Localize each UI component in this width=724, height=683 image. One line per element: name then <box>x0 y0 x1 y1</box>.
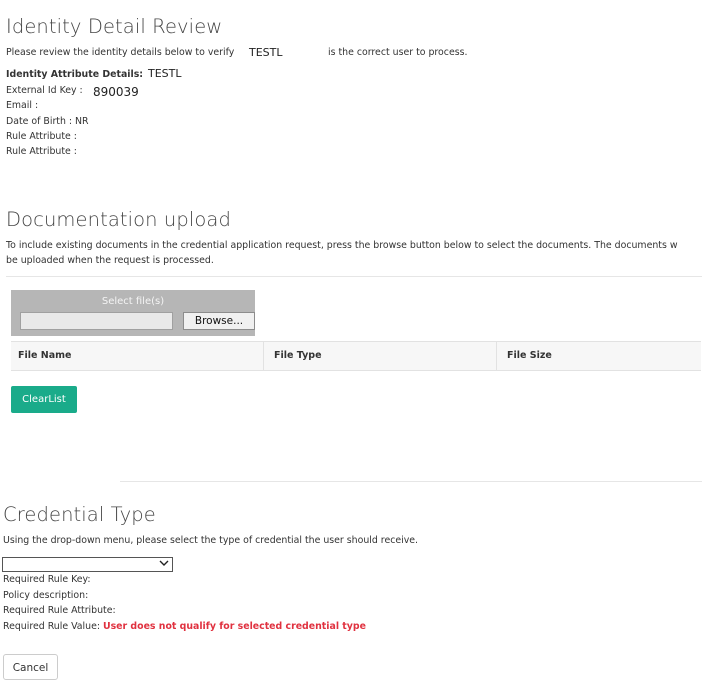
required-rule-value-label: Required Rule Value: <box>3 621 103 632</box>
identity-intro-prefix: Please review the identity details below… <box>6 47 235 58</box>
identity-details-label: Identity Attribute Details: <box>6 69 144 80</box>
section-divider <box>120 481 702 482</box>
qualification-error: User does not qualify for selected crede… <box>102 621 366 632</box>
external-id-label: External Id Key : <box>6 85 83 96</box>
identity-details-value: TESTL <box>148 67 182 80</box>
column-file-name: File Name <box>18 350 72 361</box>
required-rule-key: Required Rule Key: <box>3 574 91 585</box>
cancel-button[interactable]: Cancel <box>3 654 58 680</box>
policy-description: Policy description: <box>3 590 89 601</box>
credential-description: Using the drop-down menu, please select … <box>3 535 419 546</box>
identity-intro-suffix: is the correct user to process. <box>328 47 468 58</box>
file-dropzone[interactable]: Select file(s) Browse... <box>11 290 255 336</box>
email-label: Email : <box>6 100 39 111</box>
credential-type-select[interactable] <box>2 557 173 572</box>
upload-description-line1: To include existing documents in the cre… <box>6 240 678 251</box>
browse-button[interactable]: Browse... <box>183 312 255 330</box>
identity-title: Identity Detail Review <box>6 15 223 38</box>
dob-label: Date of Birth : NR <box>6 116 89 127</box>
credential-title: Credential Type <box>3 503 156 526</box>
identity-intro-user: TESTL <box>249 46 283 59</box>
column-file-size: File Size <box>507 350 552 361</box>
upload-divider <box>6 276 702 277</box>
external-id-value: 890039 <box>93 85 139 99</box>
rule-attribute-1: Rule Attribute : <box>6 131 77 142</box>
column-separator <box>496 342 497 370</box>
column-separator <box>263 342 264 370</box>
clear-list-button[interactable]: ClearList <box>11 386 77 413</box>
file-table-header: File Name File Type File Size <box>11 341 701 371</box>
rule-attribute-2: Rule Attribute : <box>6 146 77 157</box>
chevron-down-icon <box>159 558 169 571</box>
required-rule-value-row: Required Rule Value: User does not quali… <box>3 621 366 632</box>
required-rule-attribute: Required Rule Attribute: <box>3 605 116 616</box>
upload-description-line2: be uploaded when the request is processe… <box>6 255 214 266</box>
select-files-label: Select file(s) <box>101 296 165 307</box>
file-path-input[interactable] <box>20 312 173 330</box>
column-file-type: File Type <box>274 350 322 361</box>
upload-title: Documentation upload <box>6 208 231 231</box>
